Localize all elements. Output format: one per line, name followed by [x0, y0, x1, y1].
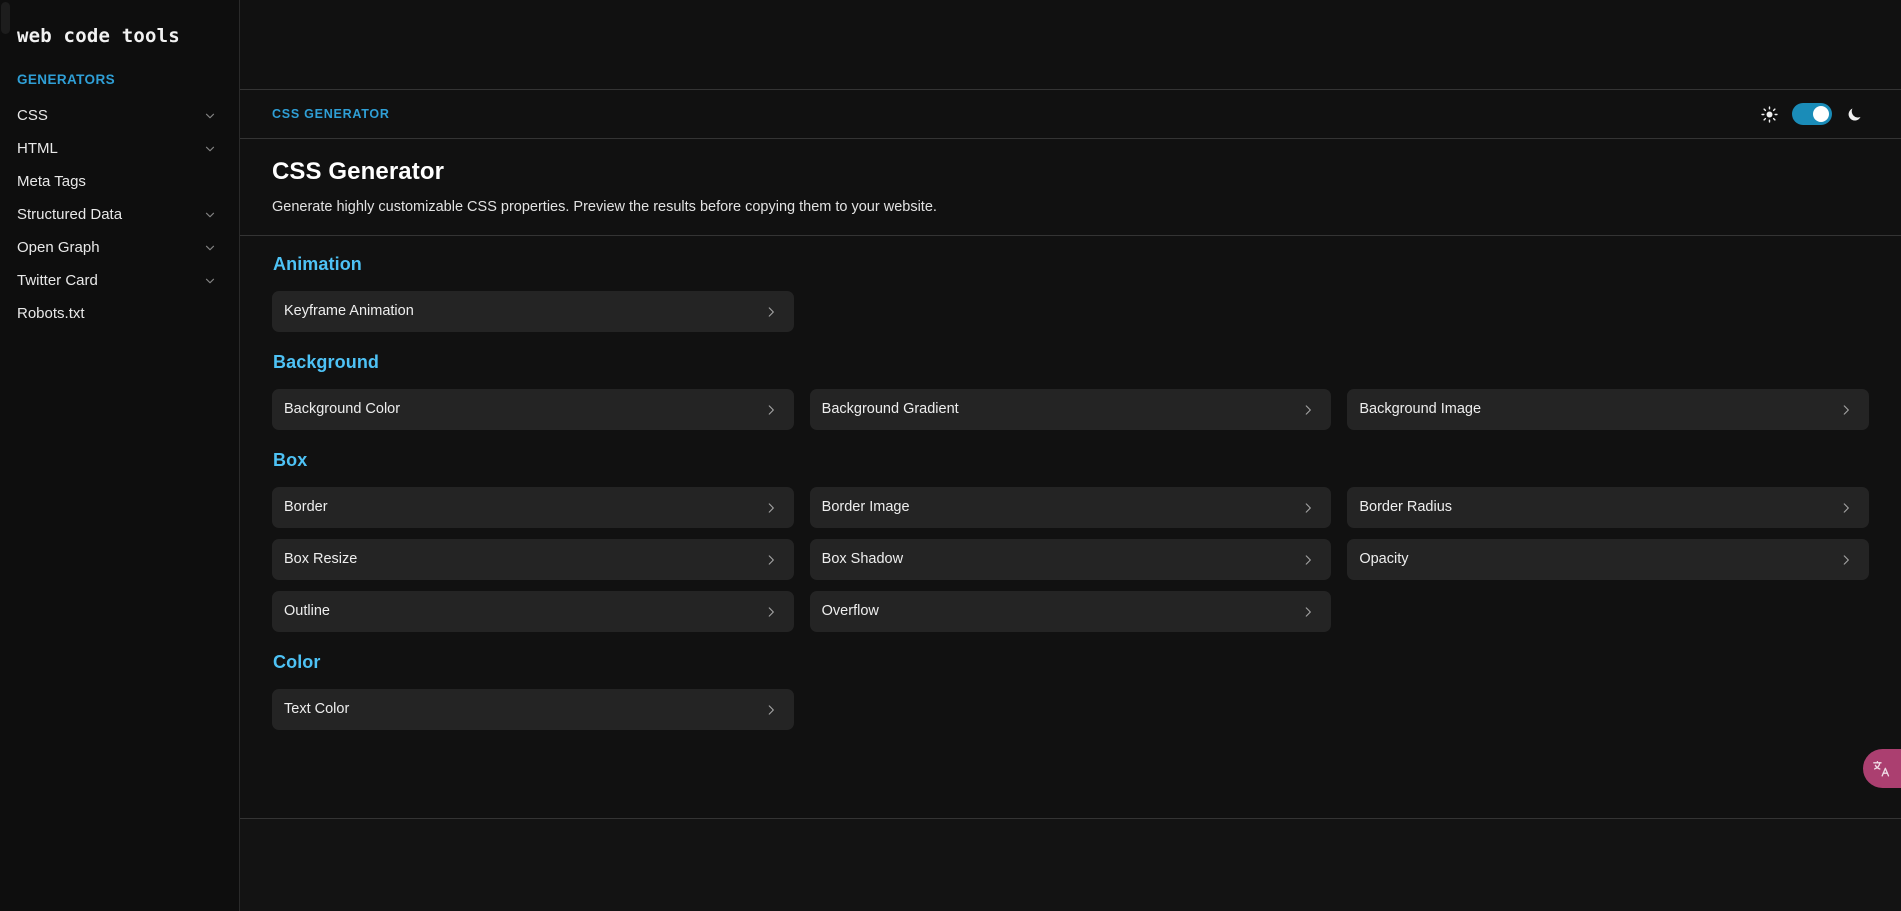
card-background-image[interactable]: Background Image — [1347, 389, 1869, 430]
chevron-right-icon — [764, 703, 778, 717]
card-opacity[interactable]: Opacity — [1347, 539, 1869, 580]
group-color: Color Text Color — [272, 652, 1869, 730]
card-grid: Border Border Image Border Radius Box Re… — [272, 487, 1869, 632]
sidebar-item-label: Twitter Card — [17, 272, 98, 289]
chevron-down-icon[interactable] — [203, 241, 217, 255]
group-background: Background Background Color Background G… — [272, 352, 1869, 430]
group-title: Background — [273, 352, 380, 372]
toggle-knob — [1813, 106, 1829, 122]
theme-toggle-switch[interactable] — [1792, 103, 1832, 125]
card-keyframe-animation[interactable]: Keyframe Animation — [272, 291, 794, 332]
card-label: Keyframe Animation — [284, 303, 414, 320]
sidebar-item-robots-txt[interactable]: Robots.txt — [16, 297, 223, 330]
card-background-color[interactable]: Background Color — [272, 389, 794, 430]
top-spacer — [240, 0, 1901, 90]
sidebar-item-meta-tags[interactable]: Meta Tags — [16, 165, 223, 198]
card-label: Opacity — [1359, 551, 1409, 568]
card-grid: Text Color — [272, 689, 1869, 730]
chevron-right-icon — [1301, 605, 1315, 619]
sidebar-item-css[interactable]: CSS — [16, 99, 223, 132]
sidebar-item-label: Open Graph — [17, 239, 100, 256]
card-label: Box Resize — [284, 551, 358, 568]
chevron-right-icon — [764, 403, 778, 417]
breadcrumb-bar: CSS GENERATOR — [240, 90, 1901, 139]
card-label: Background Gradient — [821, 401, 959, 418]
group-animation: Animation Keyframe Animation — [272, 254, 1869, 332]
sidebar: web code tools GENERATORS CSS HTML Meta … — [0, 0, 240, 911]
group-box: Box Border Border Image Border Radius Bo… — [272, 450, 1869, 632]
sidebar-item-label: HTML — [17, 140, 58, 157]
sidebar-item-structured-data[interactable]: Structured Data — [16, 198, 223, 231]
sidebar-item-label: Structured Data — [17, 206, 123, 223]
chevron-right-icon — [1301, 501, 1315, 515]
group-title: Color — [273, 652, 321, 672]
card-border-radius[interactable]: Border Radius — [1347, 487, 1869, 528]
translate-widget-button[interactable] — [1863, 749, 1901, 788]
generator-list-scroll[interactable]: Animation Keyframe Animation Background … — [240, 236, 1901, 818]
card-overflow[interactable]: Overflow — [809, 591, 1332, 632]
chevron-right-icon — [1301, 553, 1315, 567]
main-content: CSS GENERATOR CSS Generator Generate hig… — [240, 0, 1901, 911]
card-box-shadow[interactable]: Box Shadow — [809, 539, 1332, 580]
chevron-right-icon — [1839, 403, 1853, 417]
sidebar-item-label: Meta Tags — [17, 173, 86, 190]
card-background-gradient[interactable]: Background Gradient — [809, 389, 1332, 430]
breadcrumb[interactable]: CSS GENERATOR — [272, 107, 390, 121]
card-label: Border Image — [821, 499, 910, 516]
sidebar-item-open-graph[interactable]: Open Graph — [16, 231, 223, 264]
chevron-right-icon — [764, 501, 778, 515]
brand-logo[interactable]: web code tools — [16, 0, 223, 58]
app-root: web code tools GENERATORS CSS HTML Meta … — [0, 0, 1901, 911]
card-label: Outline — [284, 603, 330, 620]
card-outline[interactable]: Outline — [272, 591, 794, 632]
sidebar-section-title-generators: GENERATORS — [17, 72, 116, 87]
card-border[interactable]: Border — [272, 487, 794, 528]
moon-icon[interactable] — [1846, 106, 1863, 123]
card-label: Background Color — [284, 401, 401, 418]
chevron-right-icon — [764, 605, 778, 619]
sidebar-item-twitter-card[interactable]: Twitter Card — [16, 264, 223, 297]
theme-switcher — [1761, 103, 1863, 125]
group-title: Box — [273, 450, 308, 470]
page-subtitle: Generate highly customizable CSS propert… — [272, 199, 937, 216]
page-title: CSS Generator — [272, 158, 445, 185]
bottom-band — [240, 818, 1901, 911]
chevron-down-icon[interactable] — [203, 109, 217, 123]
card-label: Text Color — [284, 701, 350, 718]
chevron-right-icon — [1839, 553, 1853, 567]
chevron-right-icon — [1301, 403, 1315, 417]
card-label: Background Image — [1359, 401, 1482, 418]
card-label: Overflow — [821, 603, 879, 620]
group-title: Animation — [273, 254, 362, 274]
chevron-down-icon[interactable] — [203, 208, 217, 222]
chevron-down-icon[interactable] — [203, 142, 217, 156]
sidebar-nav: CSS HTML Meta Tags Structured Data Open … — [16, 99, 223, 330]
sidebar-item-html[interactable]: HTML — [16, 132, 223, 165]
chevron-down-icon[interactable] — [203, 274, 217, 288]
sidebar-item-label: Robots.txt — [17, 305, 85, 322]
scrollbar-thumb[interactable] — [1, 2, 10, 34]
card-grid: Background Color Background Gradient Bac… — [272, 389, 1869, 430]
card-grid: Keyframe Animation — [272, 291, 1869, 332]
sidebar-item-label: CSS — [17, 107, 48, 124]
card-label: Border — [284, 499, 328, 516]
sun-icon[interactable] — [1761, 105, 1778, 123]
page-header: CSS Generator Generate highly customizab… — [240, 139, 1901, 236]
chevron-right-icon — [1839, 501, 1853, 515]
card-label: Border Radius — [1359, 499, 1453, 516]
chevron-right-icon — [764, 553, 778, 567]
card-text-color[interactable]: Text Color — [272, 689, 794, 730]
card-box-resize[interactable]: Box Resize — [272, 539, 794, 580]
card-label: Box Shadow — [821, 551, 904, 568]
chevron-right-icon — [764, 305, 778, 319]
card-border-image[interactable]: Border Image — [809, 487, 1332, 528]
